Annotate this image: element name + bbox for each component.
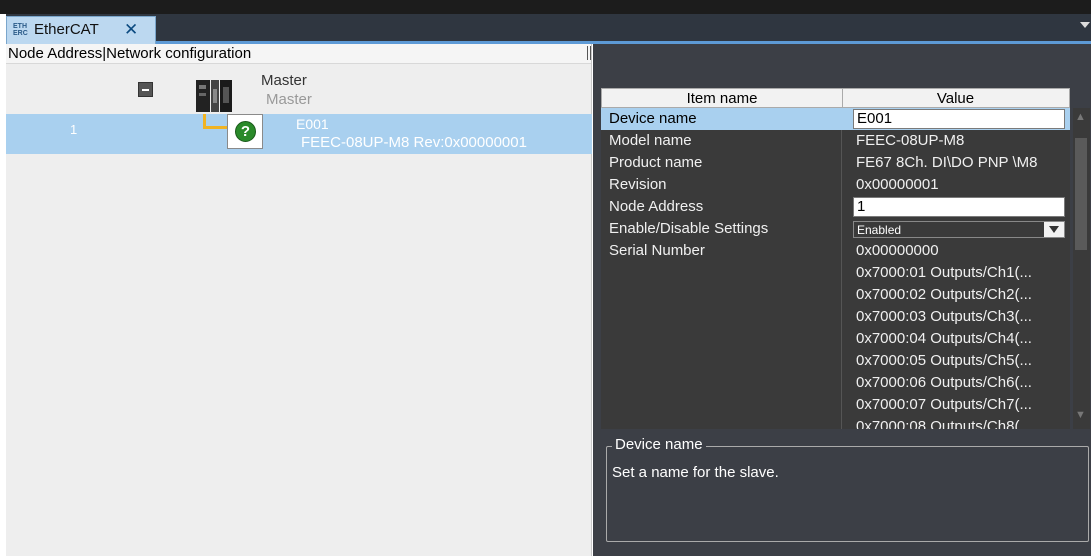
slave-model: FEEC-08UP-M8 Rev:0x00000001 [301,134,527,151]
ethercat-icon: ETH ERC [13,23,28,37]
property-value: 0x7000:05 Outputs/Ch5(... [856,352,1032,369]
description-title: Device name [612,436,706,453]
property-row-output[interactable]: 0x7000:04 Outputs/Ch4(... [601,328,1070,350]
property-grid: Item name Value Device name E001 Model n… [601,88,1070,429]
property-value: 0x7000:03 Outputs/Ch3(... [856,308,1032,325]
property-grid-header: Item name Value [601,88,1070,108]
property-row-output[interactable]: 0x7000:06 Outputs/Ch6(... [601,372,1070,394]
help-icon: ? [235,121,256,142]
property-row-output[interactable]: 0x7000:02 Outputs/Ch2(... [601,284,1070,306]
master-model: Master [266,91,312,108]
property-name: Product name [609,154,703,171]
scrollbar-thumb[interactable] [1075,138,1087,250]
property-row-model-name[interactable]: Model name FEEC-08UP-M8 [601,130,1070,152]
node-address: 1 [70,122,78,137]
tab-ethercat[interactable]: ETH ERC EtherCAT ✕ [6,16,156,44]
description-box [606,446,1089,542]
property-value: 0x7000:06 Outputs/Ch6(... [856,374,1032,391]
property-row-revision[interactable]: Revision 0x00000001 [601,174,1070,196]
property-row-output[interactable]: 0x7000:05 Outputs/Ch5(... [601,350,1070,372]
title-strip [0,0,1091,14]
property-name: Serial Number [609,242,705,259]
property-row-output[interactable]: 0x7000:08 Outputs/Ch8(... [601,416,1070,429]
property-name: Node Address [609,198,704,215]
property-row-serial-number[interactable]: Serial Number 0x00000000 [601,240,1070,262]
property-row-output[interactable]: 0x7000:07 Outputs/Ch7(... [601,394,1070,416]
property-value: FEEC-08UP-M8 [856,132,965,149]
node-address-input[interactable]: 1 [853,197,1065,217]
column-header-value[interactable]: Value [842,89,1069,107]
tab-bar: ETH ERC EtherCAT ✕ [6,14,1091,44]
scroll-up-icon[interactable]: ▲ [1075,112,1086,123]
panel-header: Node Address|Network configuration [6,44,591,64]
description-text: Set a name for the slave. [612,464,779,481]
property-row-output[interactable]: 0x7000:03 Outputs/Ch3(... [601,306,1070,328]
master-controller-icon[interactable] [193,77,235,113]
property-value: 0x7000:04 Outputs/Ch4(... [856,330,1032,347]
property-value: 0x7000:08 Outputs/Ch8(... [856,418,1032,429]
property-row-product-name[interactable]: Product name FE67 8Ch. DI\DO PNP \M8 [601,152,1070,174]
master-name: Master [261,72,307,89]
property-value: FE67 8Ch. DI\DO PNP \M8 [856,154,1038,171]
device-name-input[interactable]: E001 [853,109,1065,129]
enable-disable-select[interactable]: Enabled [853,221,1065,238]
property-row-enable-disable[interactable]: Enable/Disable Settings Enabled [601,218,1070,240]
panel-title: Node Address|Network configuration [8,45,252,62]
property-row-node-address[interactable]: Node Address 1 [601,196,1070,218]
property-name: Device name [609,110,697,127]
property-value: 0x7000:07 Outputs/Ch7(... [856,396,1032,413]
property-value: 0x00000001 [856,176,939,193]
property-value: 0x7000:01 Outputs/Ch1(... [856,264,1032,281]
slave-name: E001 [296,116,329,132]
property-row-device-name[interactable]: Device name E001 [601,108,1070,130]
close-icon[interactable]: ✕ [124,20,138,40]
connection-line [203,114,228,129]
property-value: 0x7000:02 Outputs/Ch2(... [856,286,1032,303]
property-scrollbar[interactable]: ▲ ▼ [1073,108,1090,429]
splitter-handle[interactable] [587,46,591,60]
network-configuration-panel: Node Address|Network configuration Maste… [6,44,592,556]
collapse-button[interactable] [138,82,153,97]
property-value: 0x00000000 [856,242,939,259]
column-header-item-name[interactable]: Item name [602,89,843,107]
scroll-down-icon[interactable]: ▼ [1075,410,1086,421]
dropdown-arrow-icon[interactable] [1044,222,1064,237]
tab-label: EtherCAT [34,21,99,38]
property-name: Revision [609,176,667,193]
chevron-down-icon[interactable] [1080,22,1090,28]
property-name: Enable/Disable Settings [609,220,769,237]
slave-device-icon[interactable]: ? [227,114,263,149]
slave-node-row[interactable]: 1 ? E001 FEEC-08UP-M8 Rev:0x00000001 [6,114,592,154]
property-name: Model name [609,132,692,149]
property-row-output[interactable]: 0x7000:01 Outputs/Ch1(... [601,262,1070,284]
